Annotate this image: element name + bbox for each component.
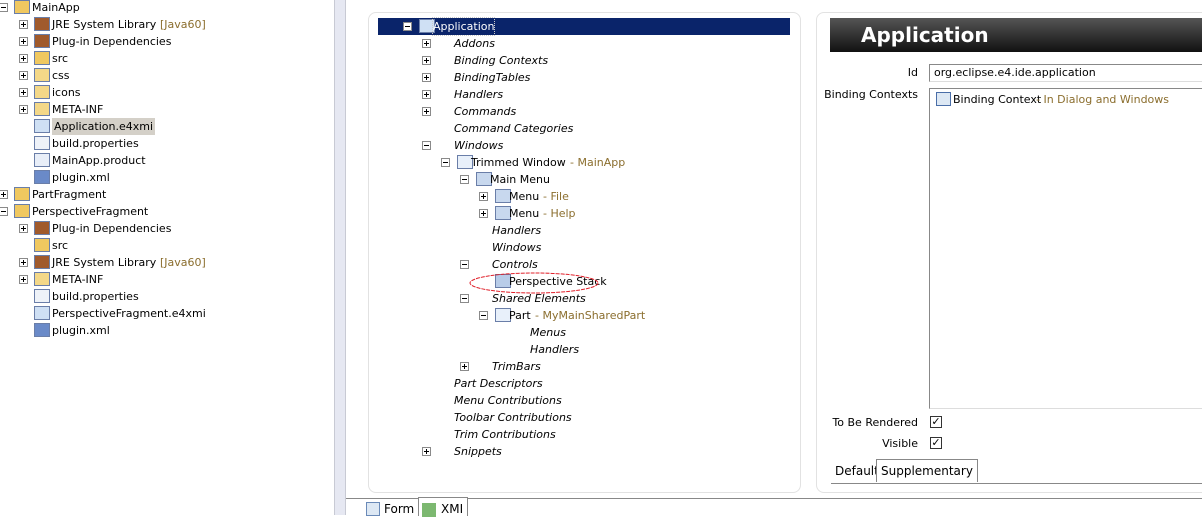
expand-icon[interactable]	[479, 192, 488, 201]
tree-item-label: Menu	[509, 207, 540, 220]
tree-item[interactable]: Trim Contributions	[0, 426, 800, 443]
tab-xmi[interactable]: XMI	[418, 497, 469, 517]
collapse-icon[interactable]	[460, 294, 469, 303]
tree-item[interactable]: Handlers	[0, 341, 800, 358]
tree-item[interactable]: Trimmed Window - MainApp	[0, 154, 800, 171]
collapse-icon[interactable]	[0, 3, 8, 12]
tree-item[interactable]: BindingTables	[0, 69, 800, 86]
tree-item-decoration: - MainApp	[570, 156, 626, 169]
tree-item-label: BindingTables	[454, 71, 531, 84]
tree-item-label: Part	[509, 309, 531, 322]
expand-icon[interactable]	[422, 73, 431, 82]
tree-item[interactable]: Windows	[0, 137, 800, 154]
tree-item[interactable]: Binding Contexts	[0, 52, 800, 69]
tree-item-decoration: - File	[543, 190, 569, 203]
expand-icon[interactable]	[422, 447, 431, 456]
tree-item-label: Addons	[454, 37, 495, 50]
collapse-icon[interactable]	[441, 158, 450, 167]
details-title: Application	[861, 23, 989, 47]
form-icon	[366, 502, 380, 516]
tree-item-label: Command Categories	[454, 122, 574, 135]
tree-item[interactable]: Windows	[0, 239, 800, 256]
collapse-icon[interactable]	[460, 260, 469, 269]
collapse-icon[interactable]	[403, 22, 412, 31]
expand-icon[interactable]	[479, 209, 488, 218]
tree-item[interactable]: Controls	[0, 256, 800, 273]
visible-checkbox[interactable]: ✓	[930, 437, 942, 449]
tree-item-label: Application	[431, 17, 496, 36]
binding-contexts-list[interactable]: Binding Context - In Dialog and Windows	[929, 88, 1202, 409]
tab-baseline	[831, 483, 1202, 484]
tab-form[interactable]: Form	[366, 499, 418, 516]
id-input[interactable]: org.eclipse.e4.ide.application	[929, 64, 1202, 82]
tab-supplementary[interactable]: Supplementary	[876, 459, 978, 482]
tree-item[interactable]: Commands	[0, 103, 800, 120]
tree-item[interactable]: Application	[0, 17, 800, 36]
tree-item-label: Toolbar Contributions	[454, 411, 572, 424]
tree-item-label: Part Descriptors	[454, 377, 543, 390]
details-header: Application	[830, 18, 1202, 52]
expand-icon[interactable]	[422, 90, 431, 99]
application-icon	[836, 27, 852, 41]
tree-item[interactable]: Handlers	[0, 222, 800, 239]
tree-item[interactable]: Menus	[0, 324, 800, 341]
tree-item-label: Trimmed Window	[471, 156, 566, 169]
tree-item[interactable]: Menu - File	[0, 188, 800, 205]
tree-item-label: Windows	[454, 139, 504, 152]
tree-item-label: Handlers	[530, 343, 580, 356]
tree-item[interactable]: TrimBars	[0, 358, 800, 375]
tree-item[interactable]: Part - MyMainSharedPart	[0, 307, 800, 324]
expand-icon[interactable]	[422, 107, 431, 116]
tree-item[interactable]: Command Categories	[0, 120, 800, 137]
to-be-rendered-label: To Be Rendered	[832, 416, 918, 429]
tree-item[interactable]: Snippets	[0, 443, 800, 460]
to-be-rendered-checkbox[interactable]: ✓	[930, 416, 942, 428]
expand-icon[interactable]	[460, 362, 469, 371]
binding-contexts-label: Binding Contexts	[824, 88, 918, 101]
tree-item[interactable]: Handlers	[0, 86, 800, 103]
tree-item[interactable]: Shared Elements	[0, 290, 800, 307]
tree-item-label: TrimBars	[492, 360, 541, 373]
tree-item-label: Snippets	[454, 445, 502, 458]
collapse-icon[interactable]	[479, 311, 488, 320]
tree-item-label: Handlers	[492, 224, 542, 237]
tree-item-label: Menu Contributions	[454, 394, 562, 407]
expand-icon[interactable]	[422, 39, 431, 48]
tab-form-label: Form	[384, 502, 415, 516]
tree-item-label: Handlers	[454, 88, 504, 101]
tree-item[interactable]: Main Menu	[0, 171, 800, 188]
project-folder-warning-icon	[14, 0, 30, 14]
tree-item[interactable]: Addons	[0, 35, 800, 52]
tab-xmi-label: XMI	[441, 502, 464, 516]
visible-label: Visible	[882, 437, 918, 450]
tree-item[interactable]: Perspective Stack	[0, 273, 800, 290]
tree-item-label: Binding Contexts	[454, 54, 549, 67]
binding-context-icon	[936, 92, 951, 106]
highlight-ellipse	[469, 272, 599, 294]
tree-item-label: Menus	[530, 326, 566, 339]
tree-item[interactable]: Part Descriptors	[0, 375, 800, 392]
tree-item[interactable]: Toolbar Contributions	[0, 409, 800, 426]
list-item-label: Binding Context	[953, 93, 1042, 106]
tree-item-label: Commands	[454, 105, 517, 118]
tree-item[interactable]: MainApp	[0, 0, 334, 16]
tree-item-label: Main Menu	[490, 173, 550, 186]
collapse-icon[interactable]	[460, 175, 469, 184]
collapse-icon[interactable]	[422, 141, 431, 150]
editor-tabs: Form XMI	[346, 497, 1202, 517]
tree-item-label: MainApp	[32, 1, 80, 14]
tree-item-label: Windows	[492, 241, 542, 254]
tree-item-label: Menu	[509, 190, 540, 203]
tree-item[interactable]: Menu Contributions	[0, 392, 800, 409]
list-item-decoration: - In Dialog and Windows	[1036, 93, 1170, 106]
id-label: Id	[907, 66, 918, 79]
tree-item-decoration: - MyMainSharedPart	[535, 309, 646, 322]
tree-item-decoration: - Help	[543, 207, 576, 220]
tree-item[interactable]: Menu - Help	[0, 205, 800, 222]
expand-icon[interactable]	[422, 56, 431, 65]
tree-item-label: Trim Contributions	[454, 428, 556, 441]
